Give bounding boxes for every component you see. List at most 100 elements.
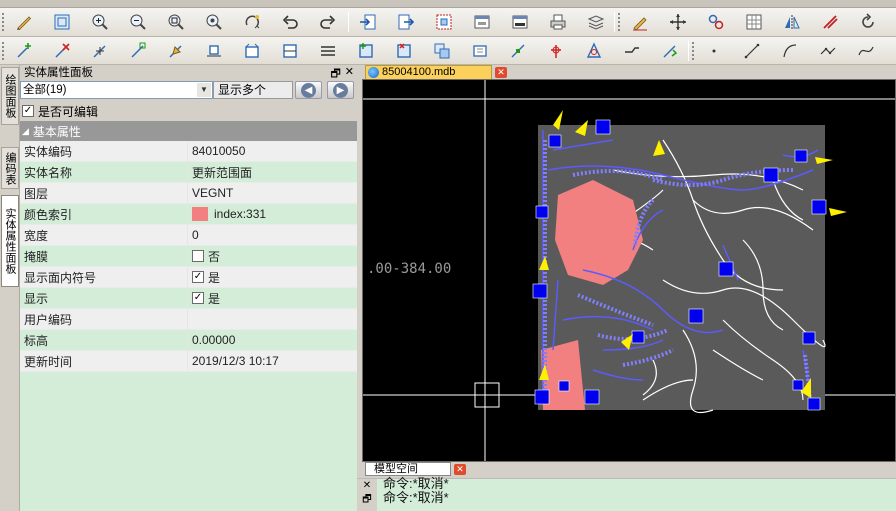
property-row[interactable]: 实体名称 更新范围面	[20, 162, 357, 183]
property-value[interactable]	[188, 309, 357, 329]
import-icon[interactable]	[356, 11, 380, 33]
layer-window-icon[interactable]	[470, 11, 494, 33]
toolbar-separator	[348, 12, 349, 32]
property-row[interactable]: 显示 ✓ 是	[20, 288, 357, 309]
edit-pencil-icon[interactable]	[628, 11, 652, 33]
editable-checkbox[interactable]: ✓	[22, 105, 34, 117]
document-tab[interactable]: 85004100.mdb ✕	[365, 65, 507, 79]
snap-center-icon[interactable]	[430, 40, 454, 62]
toolbar-grip[interactable]	[692, 42, 696, 60]
map-canvas[interactable]: .00-384.00	[362, 79, 896, 462]
move-icon[interactable]	[666, 11, 690, 33]
snap-free-icon[interactable]	[620, 40, 644, 62]
show-symbol-checkbox[interactable]: ✓	[192, 271, 204, 283]
prev-entity-button[interactable]: ◀	[295, 81, 322, 99]
snap-tangent-icon[interactable]	[506, 40, 530, 62]
zoom-previous-icon[interactable]	[202, 11, 226, 33]
snap-perpendicular-icon[interactable]	[278, 40, 302, 62]
layer-stack-icon[interactable]	[584, 11, 608, 33]
property-row[interactable]: 显示面内符号 ✓ 是	[20, 267, 357, 288]
property-row[interactable]: 用户编码	[20, 309, 357, 330]
tab-draw-panel[interactable]: 绘图面板	[1, 67, 19, 125]
rotate-icon[interactable]	[856, 11, 880, 33]
property-row[interactable]: 实体编码 84010050	[20, 141, 357, 162]
show-checkbox[interactable]: ✓	[192, 292, 204, 304]
snap-midpoint-icon[interactable]	[164, 40, 188, 62]
collapse-triangle-icon[interactable]: ◢	[22, 126, 29, 137]
property-value[interactable]: VEGNT	[188, 183, 357, 203]
property-value[interactable]: 84010050	[188, 141, 357, 161]
regen-icon[interactable]	[240, 11, 264, 33]
trim-icon[interactable]	[818, 11, 842, 33]
property-row[interactable]: 掩膜 否	[20, 246, 357, 267]
command-window[interactable]: ✕ 🗗 命令:*取消* 命令:*取消*	[357, 476, 896, 511]
property-value-checkbox[interactable]: ✓ 是	[188, 267, 357, 287]
draw-arc-icon[interactable]	[778, 40, 802, 62]
undo-icon[interactable]	[278, 11, 302, 33]
snap-insert-icon[interactable]	[544, 40, 568, 62]
grid-icon[interactable]	[742, 11, 766, 33]
chevron-down-icon[interactable]: ▼	[197, 83, 211, 97]
property-row[interactable]: 图层 VEGNT	[20, 183, 357, 204]
property-value[interactable]: 更新范围面	[188, 162, 357, 182]
toolbar-grip[interactable]	[2, 42, 6, 60]
next-entity-button[interactable]: ▶	[327, 81, 354, 99]
property-value-checkbox[interactable]: ✓ 是	[188, 288, 357, 308]
toolbar-grip[interactable]	[2, 13, 6, 31]
snap-toggle-icon[interactable]	[658, 40, 682, 62]
draw-line-icon[interactable]	[740, 40, 764, 62]
property-window-icon[interactable]	[508, 11, 532, 33]
tab-entity-properties[interactable]: 实体属性面板	[1, 195, 19, 287]
toolbar-grip[interactable]	[618, 13, 622, 31]
property-label: 实体名称	[20, 162, 188, 182]
zoom-extents-icon[interactable]	[164, 11, 188, 33]
menu-bar-remnant	[0, 0, 896, 8]
mask-checkbox[interactable]	[192, 250, 204, 262]
section-title: 基本属性	[32, 124, 81, 139]
property-row[interactable]: 颜色索引 index:331	[20, 204, 357, 225]
select-entity-icon[interactable]	[432, 11, 456, 33]
draw-point-icon[interactable]	[702, 40, 726, 62]
property-row[interactable]: 更新时间 2019/12/3 10:17	[20, 351, 357, 372]
property-row[interactable]: 标高 0.00000	[20, 330, 357, 351]
property-value-color[interactable]: index:331	[188, 204, 357, 224]
mirror-icon[interactable]	[780, 11, 804, 33]
property-value-checkbox[interactable]: 否	[188, 246, 357, 266]
draw-polyline-icon[interactable]	[816, 40, 840, 62]
snap-intersection-icon[interactable]	[392, 40, 416, 62]
zoom-out-icon[interactable]	[126, 11, 150, 33]
export-icon[interactable]	[394, 11, 418, 33]
close-tab-icon[interactable]: ✕	[495, 67, 507, 78]
snap-endpoint-icon[interactable]	[126, 40, 150, 62]
snap-square-icon[interactable]	[202, 40, 226, 62]
property-value[interactable]: 0.00000	[188, 330, 357, 350]
globe-icon	[368, 67, 379, 78]
zoom-in-icon[interactable]	[88, 11, 112, 33]
redo-icon[interactable]	[316, 11, 340, 33]
property-value[interactable]: 2019/12/3 10:17	[188, 351, 357, 371]
delete-point-icon[interactable]	[50, 40, 74, 62]
entity-filter-value: 全部(19)	[23, 84, 67, 96]
snap-parallel-icon[interactable]	[316, 40, 340, 62]
close-icon[interactable]: ✕	[357, 479, 377, 493]
entity-filter-select[interactable]: 全部(19) ▼	[20, 81, 213, 99]
copy-rotate-icon[interactable]	[704, 11, 728, 33]
toolbar-main	[0, 8, 896, 37]
tab-code-table[interactable]: 编码表	[1, 147, 19, 189]
print-icon[interactable]	[546, 11, 570, 33]
zoom-window-icon[interactable]	[50, 11, 74, 33]
section-header-basic[interactable]: ◢ 基本属性	[20, 121, 357, 141]
snap-node-icon[interactable]	[88, 40, 112, 62]
show-many-select[interactable]: 显示多个	[213, 81, 293, 99]
snap-box-icon[interactable]	[240, 40, 264, 62]
property-value[interactable]: 0	[188, 225, 357, 245]
snap-nearest-icon[interactable]	[354, 40, 378, 62]
property-row[interactable]: 宽度 0	[20, 225, 357, 246]
draw-pen-icon[interactable]	[12, 11, 36, 33]
close-tab-icon[interactable]: ✕	[454, 464, 466, 475]
restore-icon[interactable]: 🗗	[357, 493, 377, 507]
snap-quadrant-icon[interactable]	[468, 40, 492, 62]
snap-extension-icon[interactable]	[582, 40, 606, 62]
add-point-icon[interactable]	[12, 40, 36, 62]
draw-spline-icon[interactable]	[854, 40, 878, 62]
